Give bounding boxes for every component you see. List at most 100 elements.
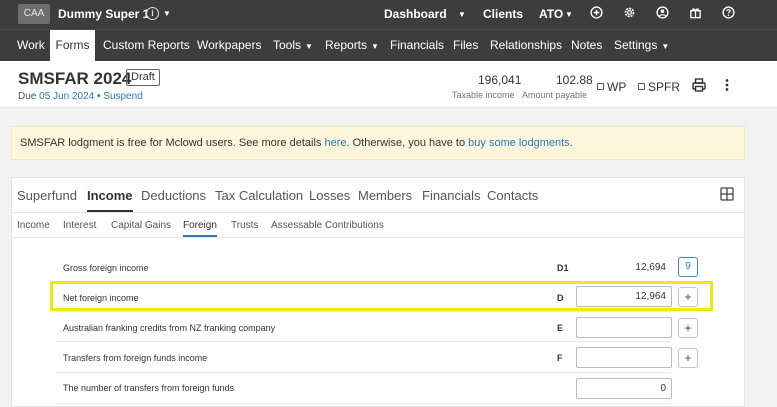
subtab-trusts[interactable]: Trusts <box>231 220 258 237</box>
franking-credits-input[interactable] <box>576 317 672 338</box>
subtab-income[interactable]: Income <box>17 220 50 237</box>
nav-item-settings[interactable]: Settings ▼ <box>614 30 669 61</box>
tabs-divider <box>12 212 744 213</box>
gross-foreign-income-value: 12,694 <box>635 262 666 273</box>
form-panel: Superfund Income Deductions Tax Calculat… <box>11 177 745 407</box>
nav-item-forms[interactable]: Forms <box>50 30 95 61</box>
dashboard-link[interactable]: Dashboard <box>384 7 447 21</box>
info-icon[interactable]: i <box>146 7 159 20</box>
nav-item-reports[interactable]: Reports ▼ <box>325 30 379 61</box>
client-name[interactable]: Dummy Super 1 <box>58 7 149 21</box>
nav-item-label: Settings <box>614 38 658 52</box>
due-label: Due <box>18 91 37 102</box>
net-foreign-income-input[interactable]: 12,964 <box>576 286 672 307</box>
nav-item-notes[interactable]: Notes <box>571 30 602 61</box>
clients-link[interactable]: Clients <box>483 7 523 21</box>
nav-item-label: Reports <box>325 38 368 52</box>
nav-item-work[interactable]: Work <box>17 30 45 61</box>
transfers-count-label: The number of transfers from foreign fun… <box>63 383 235 393</box>
page-title: SMSFAR 2024 <box>18 69 132 88</box>
row-divider <box>56 372 671 373</box>
transfers-income-label: Transfers from foreign funds income <box>63 353 208 363</box>
subtab-interest[interactable]: Interest <box>63 220 96 237</box>
chevron-down-icon: ▼ <box>305 42 313 51</box>
nav-item-financials[interactable]: Financials <box>390 30 444 61</box>
franking-credits-label: Australian franking credits from NZ fran… <box>63 323 276 333</box>
field-code: E <box>557 323 564 333</box>
nav-item-relationships[interactable]: Relationships <box>490 30 562 61</box>
tab-members[interactable]: Members <box>358 188 412 212</box>
subtab-foreign[interactable]: Foreign <box>183 220 217 237</box>
main-nav: Work Forms Custom Reports Workpapers Too… <box>0 29 777 61</box>
transfers-income-input[interactable] <box>576 347 672 368</box>
ato-menu[interactable]: ATO <box>539 7 563 21</box>
nav-item-files[interactable]: Files <box>453 30 478 61</box>
gift-icon[interactable] <box>689 6 702 19</box>
due-date-link[interactable]: 05 Jun 2024 <box>39 91 94 102</box>
notice-text: . Otherwise, you have to <box>346 137 469 149</box>
field-code: D1 <box>557 263 569 273</box>
chevron-down-icon: ▼ <box>371 42 379 51</box>
nav-item-workpapers[interactable]: Workpapers <box>197 30 261 61</box>
subtab-capital-gains[interactable]: Capital Gains <box>111 220 171 237</box>
tab-deductions[interactable]: Deductions <box>141 188 206 212</box>
spfr-label: SPFR <box>648 80 681 94</box>
status-badge: Draft <box>126 69 160 86</box>
transfers-count-input[interactable]: 0 <box>576 378 672 399</box>
client-menu-chevron-down-icon[interactable]: ▼ <box>163 9 171 18</box>
nav-item-tools[interactable]: Tools ▼ <box>273 30 313 61</box>
spfr-checkbox[interactable]: SPFR <box>638 80 680 94</box>
add-button[interactable]: + <box>678 348 698 368</box>
notice-text: SMSFAR lodgment is free for Mclowd users… <box>20 137 325 149</box>
amount-payable-value: 102.88 <box>556 73 593 87</box>
notice-text: . <box>569 137 573 149</box>
buy-lodgments-link[interactable]: buy some lodgments <box>468 137 570 149</box>
user-circle-icon[interactable] <box>656 6 669 19</box>
amount-payable-label: Amount payable <box>522 90 588 100</box>
notice-here-link[interactable]: here <box>324 137 346 149</box>
wp-label: WP <box>607 80 627 94</box>
net-foreign-income-label: Net foreign income <box>63 293 139 303</box>
printer-icon[interactable] <box>691 77 707 93</box>
field-code: F <box>557 353 563 363</box>
dashboard-menu-chevron-down-icon[interactable]: ▼ <box>458 10 466 19</box>
gear-icon[interactable] <box>623 6 636 19</box>
tab-income[interactable]: Income <box>87 188 133 212</box>
checkbox-icon <box>597 83 604 90</box>
subtab-assessable-contributions[interactable]: Assessable Contributions <box>271 220 384 237</box>
wp-checkbox[interactable]: WP <box>597 80 626 94</box>
field-code: D <box>557 293 564 303</box>
top-bar: CAA Dummy Super 1 i ▼ Dashboard ▼ Client… <box>0 0 777 29</box>
checkbox-icon <box>638 83 645 90</box>
tab-superfund[interactable]: Superfund <box>17 188 77 212</box>
chevron-down-icon: ▼ <box>661 42 670 51</box>
suspend-link[interactable]: Suspend <box>103 91 142 102</box>
tab-contacts[interactable]: Contacts <box>487 188 538 212</box>
taxable-income-value: 196,041 <box>478 73 522 87</box>
nav-item-label: Tools <box>273 38 302 52</box>
help-circle-icon[interactable] <box>722 6 735 19</box>
nav-item-custom-reports[interactable]: Custom Reports <box>103 30 190 61</box>
row-divider <box>56 281 671 282</box>
form-header: SMSFAR 2024 Draft Due 05 Jun 2024 • Susp… <box>0 61 777 108</box>
client-avatar[interactable]: CAA <box>18 4 50 24</box>
gross-foreign-income-label: Gross foreign income <box>63 263 149 273</box>
ato-chevron-down-icon[interactable]: ▼ <box>565 10 573 19</box>
worksheet-count-button[interactable]: 9 <box>678 257 698 277</box>
row-divider <box>56 341 671 342</box>
more-vertical-icon[interactable] <box>719 77 735 93</box>
taxable-income-label: Taxable income <box>452 90 515 100</box>
tab-losses[interactable]: Losses <box>309 188 350 212</box>
due-line: Due 05 Jun 2024 • Suspend <box>18 91 143 102</box>
row-divider <box>56 403 671 404</box>
lodgment-notice: SMSFAR lodgment is free for Mclowd users… <box>11 126 745 160</box>
row-divider <box>56 311 671 312</box>
separator: • <box>96 91 101 102</box>
tab-tax-calculation[interactable]: Tax Calculation <box>215 188 303 212</box>
grid-layout-icon[interactable] <box>720 187 734 201</box>
add-button[interactable]: + <box>678 318 698 338</box>
plus-circle-icon[interactable] <box>590 6 603 19</box>
add-button[interactable]: + <box>678 287 698 307</box>
subtabs-divider <box>12 237 744 238</box>
tab-financials[interactable]: Financials <box>422 188 481 212</box>
